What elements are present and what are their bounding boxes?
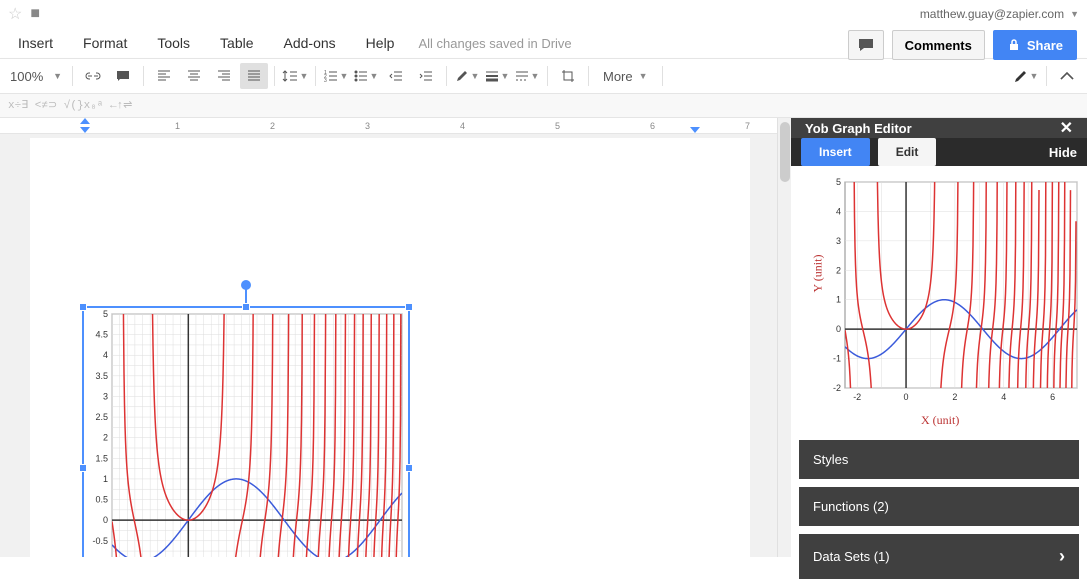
border-weight-icon[interactable]: ▼ [483,63,511,89]
tab-edit[interactable]: Edit [878,138,937,166]
resize-handle-tl[interactable] [79,303,87,311]
comments-button[interactable]: Comments [892,30,985,60]
crop-icon[interactable] [554,63,582,89]
menu-insert[interactable]: Insert [4,29,67,57]
user-email-text: matthew.guay@zapier.com [920,7,1064,21]
collapse-icon[interactable] [1053,63,1081,89]
tab-insert[interactable]: Insert [801,138,870,166]
sidebar-title: Yob Graph Editor [805,121,912,136]
save-status: All changes saved in Drive [418,36,571,51]
indent-marker-top[interactable] [80,118,90,124]
star-icon[interactable]: ☆ [8,4,22,24]
menu-tools[interactable]: Tools [143,29,204,57]
pencil-icon[interactable]: ▼ [1012,63,1040,89]
comment-tool-icon[interactable] [109,63,137,89]
chevron-down-icon: ▼ [1070,9,1079,19]
menu-help[interactable]: Help [352,29,409,57]
menu-format[interactable]: Format [69,29,141,57]
align-justify-icon[interactable] [240,63,268,89]
bullet-list-icon[interactable]: ▼ [352,63,380,89]
svg-text:3: 3 [324,78,327,82]
svg-text:2: 2 [952,392,957,402]
resize-handle-tr[interactable] [405,303,413,311]
vertical-scrollbar[interactable] [777,118,791,557]
menu-table[interactable]: Table [206,29,267,57]
resize-handle-tm[interactable] [242,303,250,311]
svg-text:4: 4 [1001,392,1006,402]
lock-icon [1007,38,1021,52]
chart-preview: Y (unit) -2 0 2 4 6 -2 -1 0 1 2 3 4 5 X (unit) [791,166,1087,436]
svg-text:3: 3 [836,236,841,246]
svg-text:0: 0 [836,324,841,334]
accordion-styles[interactable]: Styles [799,440,1079,479]
align-right-icon[interactable] [210,63,238,89]
folder-icon[interactable]: ■ [30,5,40,23]
numbered-list-icon[interactable]: 123▼ [322,63,350,89]
resize-handle-mr[interactable] [405,464,413,472]
toolbar: 100%▼ ▼ 123▼ ▼ ▼ ▼ ▼ More▼ ▼ [0,58,1087,94]
preview-y-axis-label: Y (unit) [810,255,825,293]
more-button[interactable]: More▼ [595,69,656,84]
rotate-handle[interactable] [241,280,251,290]
border-style-icon[interactable]: ▼ [513,63,541,89]
indent-icon[interactable] [412,63,440,89]
preview-x-axis-label: X (unit) [921,413,959,428]
svg-text:6: 6 [1050,392,1055,402]
tab-hide[interactable]: Hide [1049,145,1077,160]
share-button[interactable]: Share [993,30,1077,60]
svg-text:2: 2 [836,265,841,275]
svg-text:-2: -2 [853,392,861,402]
paint-tool-icon[interactable]: ▼ [453,63,481,89]
accordion-functions[interactable]: Functions (2) [799,487,1079,526]
indent-marker-bottom[interactable] [80,127,90,133]
formula-bar: x÷∃ <≠⊃ √(}x₀ᵃ ←↑⇌ [0,94,1087,118]
line-spacing-icon[interactable]: ▼ [281,63,309,89]
sidebar-tabs: Insert Edit Hide [791,138,1087,166]
outdent-icon[interactable] [382,63,410,89]
svg-text:4: 4 [836,206,841,216]
comment-icon-button[interactable] [848,30,884,60]
zoom-selector[interactable]: 100%▼ [6,63,66,89]
document-area[interactable]: 1 2 3 4 5 6 7 -2-101234567-1.5-1-0.500.5… [0,118,777,557]
menu-addons[interactable]: Add-ons [270,29,350,57]
right-indent-marker[interactable] [690,127,700,133]
ruler[interactable]: 1 2 3 4 5 6 7 [0,118,777,134]
link-icon[interactable] [79,63,107,89]
svg-text:1: 1 [836,295,841,305]
selection-outline [82,306,410,557]
align-left-icon[interactable] [150,63,178,89]
align-center-icon[interactable] [180,63,208,89]
svg-text:0: 0 [904,392,909,402]
svg-text:5: 5 [836,177,841,187]
resize-handle-ml[interactable] [79,464,87,472]
svg-text:-1: -1 [833,354,841,364]
close-icon[interactable]: ✕ [1060,118,1073,138]
scroll-thumb[interactable] [780,122,790,182]
share-label: Share [1027,38,1063,53]
graph-editor-sidebar: Yob Graph Editor ✕ Insert Edit Hide Y (u… [791,118,1087,557]
sidebar-header: Yob Graph Editor ✕ [791,118,1087,138]
svg-text:-2: -2 [833,383,841,393]
inserted-chart-object[interactable]: -2-101234567-1.5-1-0.500.511.522.533.544… [84,308,408,557]
user-menu[interactable]: matthew.guay@zapier.com ▼ [920,7,1079,21]
